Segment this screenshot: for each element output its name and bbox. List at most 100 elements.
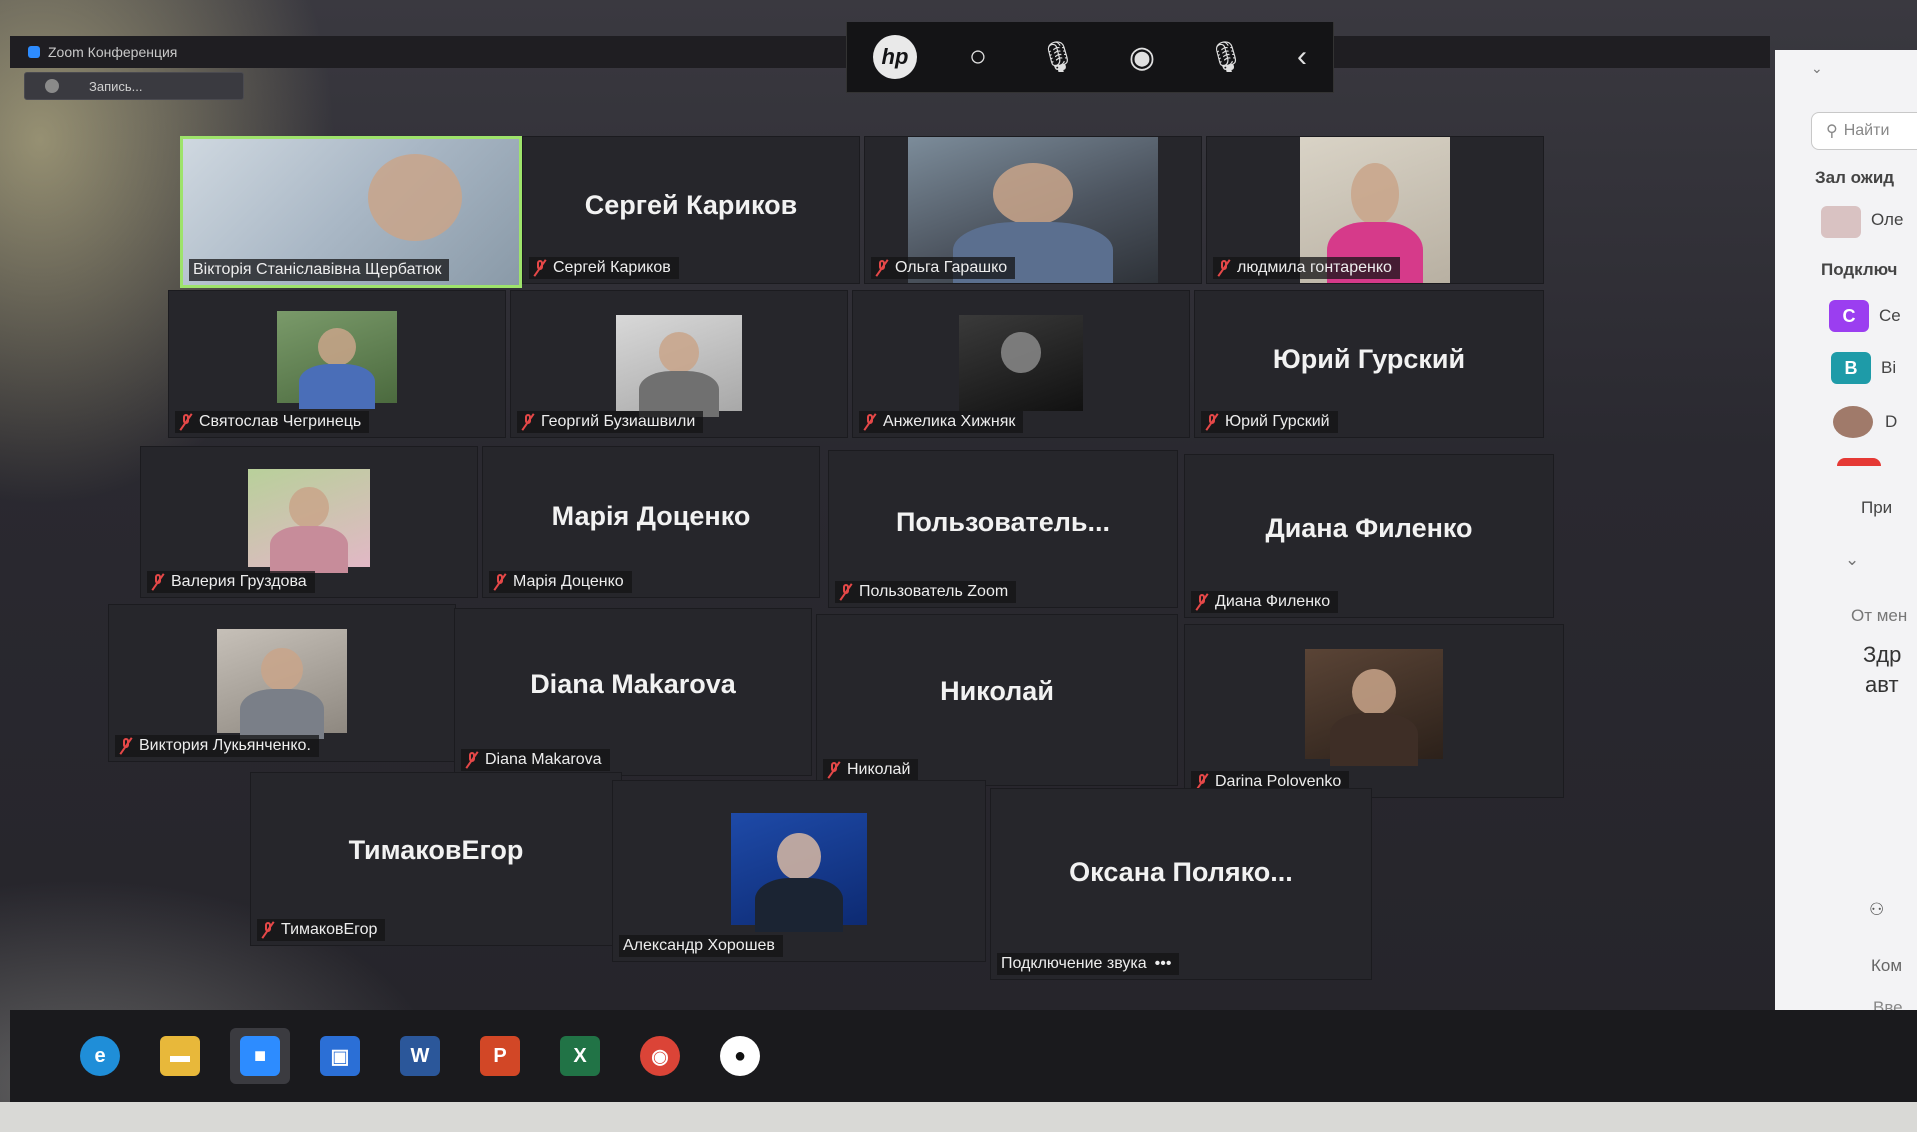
participant-name: Георгий Бузиашвили: [541, 413, 696, 430]
window-title: Zoom Конференция: [48, 44, 178, 60]
file-explorer-icon: ▬: [160, 1036, 200, 1076]
taskbar-app[interactable]: ◉: [630, 1028, 690, 1084]
invite-button[interactable]: При: [1861, 498, 1892, 518]
participant-name-label: Виктория Лукьянченко.: [115, 735, 319, 757]
video-tile[interactable]: Darina Polovenko: [1184, 624, 1564, 798]
muted-mic-icon: [839, 584, 853, 600]
muted-mic-icon: [179, 414, 193, 430]
chevron-down-icon[interactable]: ⌄: [1811, 60, 1823, 77]
video-tile[interactable]: Ольга Гарашко: [864, 136, 1202, 284]
participants-icon[interactable]: ⚇: [1869, 900, 1884, 920]
participant-name-label: Сергей Кариков: [529, 257, 679, 279]
participant-display-name: Николай: [940, 676, 1054, 707]
recording-label: Запись...: [89, 78, 143, 94]
participant-video: [616, 315, 742, 417]
video-tile[interactable]: Николай Николай: [816, 614, 1178, 786]
taskbar-app[interactable]: ●: [710, 1028, 770, 1084]
participant-name: Ольга Гарашко: [895, 259, 1008, 276]
video-tile[interactable]: ТимаковЕгор ТимаковЕгор: [250, 772, 622, 946]
chevron-down-icon[interactable]: ⌄: [1845, 550, 1859, 570]
participant-list-item[interactable]: D: [1885, 412, 1897, 432]
participant-name-label: Анжелика Хижняк: [859, 411, 1024, 433]
participant-name: Святослав Чегринець: [199, 413, 362, 430]
video-tile[interactable]: Марія Доценко Марія Доценко: [482, 446, 820, 598]
taskbar-app[interactable]: P: [470, 1028, 530, 1084]
muted-mic-icon: [493, 574, 507, 590]
video-tile[interactable]: Пользователь... Пользователь Zoom: [828, 450, 1178, 608]
muted-mic-icon: [119, 738, 133, 754]
red-indicator: [1837, 458, 1881, 466]
muted-mic-icon: [261, 922, 275, 938]
participant-video: [277, 311, 397, 409]
muted-mic-icon: [533, 260, 547, 276]
participant-display-name: Юрий Гурский: [1272, 343, 1466, 374]
taskbar-app[interactable]: e: [70, 1028, 130, 1084]
video-tile[interactable]: Оксана Поляко... Подключение звука •••: [990, 788, 1372, 980]
participant-name-label: Николай: [823, 759, 919, 781]
video-tile[interactable]: людмила гонтаренко: [1206, 136, 1544, 284]
participant-name-label: Диана Филенко: [1191, 591, 1339, 613]
participant-name-label: Ольга Гарашко: [871, 257, 1016, 279]
camera-lens-icon: ○: [968, 40, 987, 73]
video-tile[interactable]: Diana Makarova Diana Makarova: [454, 608, 812, 776]
participant-name: Подключение звука: [1001, 955, 1147, 972]
muted-mic-icon: [1205, 414, 1219, 430]
chat-message-line: Здр: [1863, 642, 1902, 667]
participant-name-label: Александр Хорошев: [619, 935, 783, 957]
participant-list-item[interactable]: Се: [1879, 306, 1901, 326]
taskbar-app[interactable]: X: [550, 1028, 610, 1084]
record-dot-icon: [45, 79, 59, 93]
participant-name: Вікторія Станіславівна Щербатюк: [193, 261, 442, 278]
muted-mic-icon: [521, 414, 535, 430]
muted-mic-icon: [1195, 594, 1209, 610]
participant-name-label: Юрий Гурский: [1201, 411, 1338, 433]
meeting-stage: Zoom Конференция Запись... Вікторія Стан…: [0, 0, 1770, 1010]
waiting-participant[interactable]: Оле: [1871, 210, 1903, 230]
search-icon: ⚲: [1826, 123, 1838, 140]
participant-name-label: ТимаковЕгор: [257, 919, 386, 941]
participants-panel: ⌄ ⚲ Найти Зал ожид Оле Подключ C Се B Ві…: [1775, 50, 1917, 1112]
video-tile[interactable]: Александр Хорошев: [612, 780, 986, 962]
participant-list-item[interactable]: Ві: [1881, 358, 1896, 378]
connecting-dots: •••: [1154, 955, 1172, 972]
taskbar-app[interactable]: ▣: [310, 1028, 370, 1084]
zoom-app-icon: [28, 46, 40, 58]
participant-display-name: Марія Доценко: [551, 501, 751, 531]
video-tile[interactable]: Виктория Лукьянченко.: [108, 604, 456, 762]
recording-indicator[interactable]: Запись...: [24, 72, 244, 100]
participant-name: Марія Доценко: [513, 573, 624, 590]
search-input[interactable]: ⚲ Найти: [1811, 112, 1917, 150]
waiting-room-heading: Зал ожид: [1815, 168, 1895, 187]
connected-heading: Подключ: [1821, 260, 1898, 279]
participant-name: Diana Makarova: [485, 751, 602, 768]
chat-message-line: авт: [1865, 672, 1899, 697]
participant-display-name: Оксана Поляко...: [1069, 857, 1293, 888]
chevron-left-icon: ‹: [1296, 40, 1307, 73]
video-tile[interactable]: Вікторія Станіславівна Щербатюк: [180, 136, 522, 288]
search-placeholder: Найти: [1843, 122, 1890, 139]
video-tile[interactable]: Диана Филенко Диана Филенко: [1184, 454, 1554, 618]
participant-display-name: Диана Филенко: [1265, 513, 1473, 544]
video-tile[interactable]: Святослав Чегринець: [168, 290, 506, 438]
participant-video: [731, 813, 867, 932]
muted-mic-icon: [863, 414, 877, 430]
participant-name-label: Вікторія Станіславівна Щербатюк: [189, 259, 450, 281]
taskbar-app[interactable]: W: [390, 1028, 450, 1084]
obs-icon: ●: [720, 1036, 760, 1076]
video-tile[interactable]: Юрий Гурский Юрий Гурский: [1194, 290, 1544, 438]
video-tile[interactable]: Сергей Кариков Сергей Кариков: [522, 136, 860, 284]
participant-display-name: Сергей Кариков: [584, 189, 798, 220]
taskbar-app[interactable]: ▬: [150, 1028, 210, 1084]
record-icon: ◉: [1128, 40, 1156, 74]
video-tile[interactable]: Валерия Груздова: [140, 446, 478, 598]
video-tile[interactable]: Анжелика Хижняк: [852, 290, 1190, 438]
participant-name: Виктория Лукьянченко.: [139, 737, 311, 754]
taskbar-app[interactable]: ■: [230, 1028, 290, 1084]
muted-mic-icon: [1217, 260, 1231, 276]
comment-label: Ком: [1871, 956, 1903, 975]
zoom-icon: ■: [240, 1036, 280, 1076]
avatar: [1821, 206, 1861, 238]
participant-name: Юрий Гурский: [1225, 413, 1330, 430]
participant-name-label: Пользователь Zoom: [835, 581, 1017, 603]
video-tile[interactable]: Георгий Бузиашвили: [510, 290, 848, 438]
